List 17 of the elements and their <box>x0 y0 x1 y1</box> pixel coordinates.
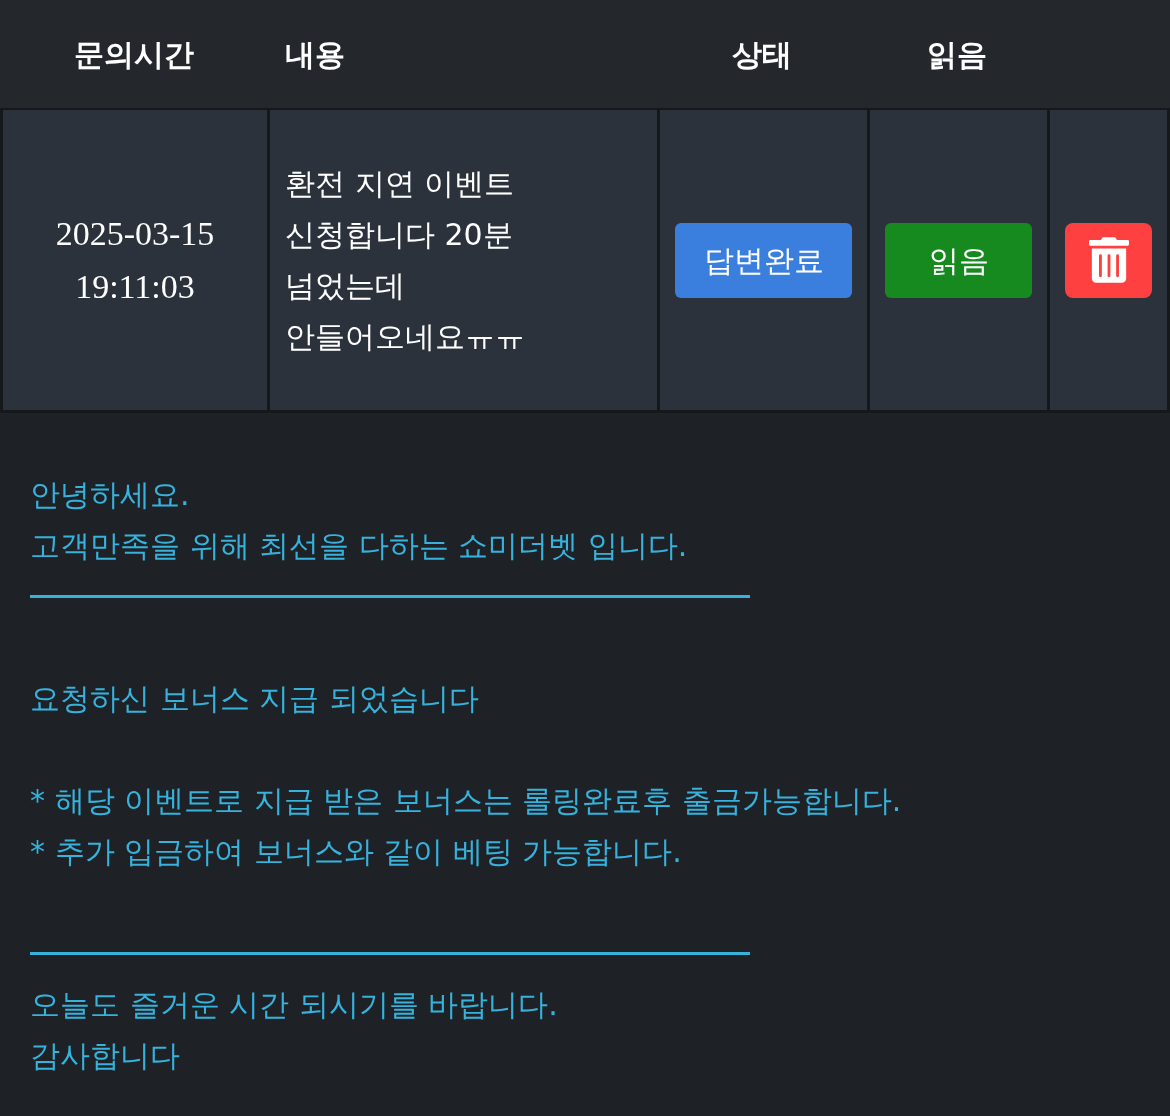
trash-icon <box>1088 237 1129 283</box>
answer-text: 오늘도 즐거운 시간 되시기를 바랍니다. <box>30 986 558 1024</box>
answer-text: 요청하신 보너스 지급 되었습니다 <box>30 680 479 718</box>
column-header: 문의시간 <box>73 35 194 74</box>
column-header: 상태 <box>732 35 792 74</box>
column-header: 내용 <box>285 35 345 74</box>
inquiry-time: 2025-03-15 19:11:03 <box>54 214 216 307</box>
answer-text: * 추가 입금하여 보너스와 같이 베팅 가능합니다. <box>30 833 682 871</box>
read-status-badge: 읽음 <box>885 222 1032 298</box>
answer-status-badge: 답변완료 <box>675 222 852 298</box>
delete-button[interactable] <box>1065 222 1152 298</box>
answer-text: 고객만족을 위해 최선을 다하는 쇼미더벳 입니다. <box>30 527 688 565</box>
answer-text: * 해당 이벤트로 지급 받은 보너스는 롤링완료후 출금가능합니다. <box>30 782 902 820</box>
column-header: 읽음 <box>927 35 987 74</box>
answer-text: 감사합니다 <box>30 1037 180 1075</box>
inquiry-content: 환전 지연 이벤트 신청합니다 20분 넘었는데 안들어오네요ㅠㅠ <box>285 165 526 356</box>
answer-text: 안녕하세요. <box>30 476 190 514</box>
